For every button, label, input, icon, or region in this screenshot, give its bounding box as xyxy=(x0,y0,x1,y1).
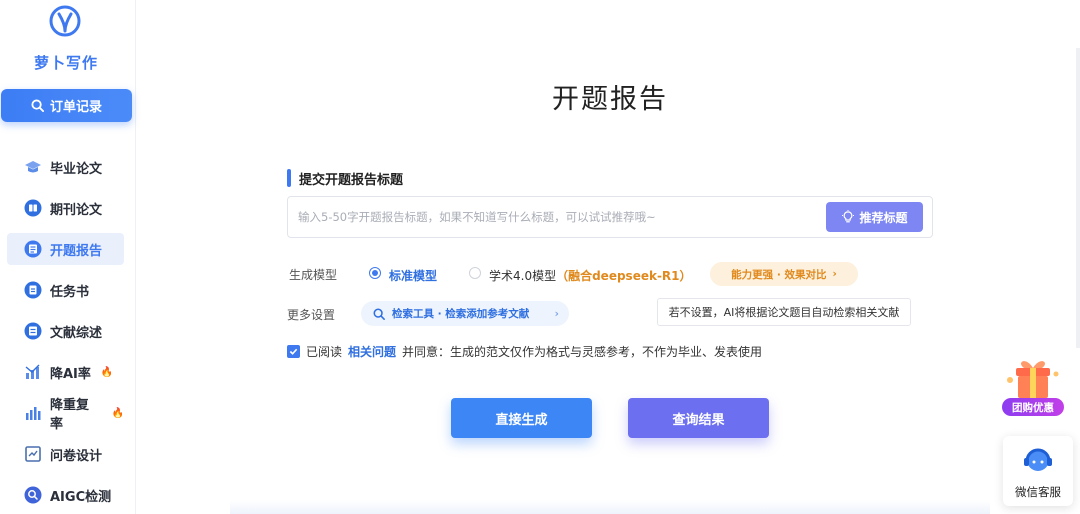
standard-model-radio[interactable] xyxy=(369,267,381,279)
sidebar-item-aigc-detection[interactable]: AIGC检测 xyxy=(7,479,124,511)
sidebar-item-label: 降AI率 xyxy=(50,366,91,382)
sidebar-item-label: 降重复率 xyxy=(50,398,90,432)
order-records-button[interactable]: 订单记录 xyxy=(1,89,132,122)
group-discount-button[interactable]: 团购优惠 xyxy=(1002,356,1066,418)
order-records-label: 订单记录 xyxy=(49,100,102,115)
sidebar-item-reduce-duplicate[interactable]: 降重复率 🔥 xyxy=(7,397,124,432)
section-accent-bar xyxy=(287,169,291,187)
sidebar-item-literature-review[interactable]: 文献综述 xyxy=(7,315,124,347)
brand-name: 萝卜写作 xyxy=(33,54,98,72)
related-questions-link[interactable]: 相关问题 xyxy=(348,343,396,360)
query-results-button[interactable]: 查询结果 xyxy=(628,398,769,438)
customer-service-icon xyxy=(1024,448,1052,471)
academic-model-radio[interactable] xyxy=(469,267,481,279)
scrollbar[interactable] xyxy=(1076,48,1080,348)
settings-hint: 若不设置，AI将根据论文题目自动检索相关文献 xyxy=(657,298,911,326)
sidebar: 萝卜写作 订单记录 毕业论文 期刊论文 开题报告 任务书 文献综述 降AI率 🔥… xyxy=(0,0,136,514)
wechat-service-button[interactable]: 微信客服 xyxy=(1003,436,1073,506)
compare-effects-label: 能力更强 · 效果对比 xyxy=(731,268,827,281)
fire-icon: 🔥 xyxy=(100,366,114,378)
search-icon xyxy=(373,308,385,320)
recommend-title-button[interactable]: 推荐标题 xyxy=(826,202,923,232)
sidebar-item-graduation-thesis[interactable]: 毕业论文 xyxy=(7,151,124,183)
title-input-container: 推荐标题 xyxy=(287,196,933,238)
search-tools-button[interactable]: 检索工具 · 检索添加参考文献 › xyxy=(361,301,569,326)
sidebar-item-label: 毕业论文 xyxy=(50,161,103,177)
compare-effects-link[interactable]: 能力更强 · 效果对比 › xyxy=(710,262,858,286)
agreement-checkbox[interactable] xyxy=(287,344,300,358)
journal-icon xyxy=(24,199,42,217)
sidebar-item-survey-design[interactable]: 问卷设计 xyxy=(7,438,124,470)
bottom-decoration xyxy=(230,500,990,514)
academic-model-name: 学术4.0模型 xyxy=(489,269,557,283)
search-icon xyxy=(31,99,44,112)
fire-icon: 🔥 xyxy=(111,407,124,419)
survey-icon xyxy=(25,446,41,462)
agreement-suffix: 并同意：生成的范文仅作为格式与灵感参考，不作为毕业、发表使用 xyxy=(402,344,763,359)
gift-icon xyxy=(1007,361,1059,398)
lightbulb-icon xyxy=(842,210,855,223)
model-label: 生成模型 xyxy=(289,268,338,282)
sidebar-item-reduce-ai[interactable]: 降AI率 🔥 xyxy=(7,356,124,388)
academic-model-label[interactable]: 学术4.0模型（融合deepseek-R1） xyxy=(489,267,692,284)
sidebar-item-label: AIGC检测 xyxy=(50,489,112,505)
graduation-cap-icon xyxy=(25,161,41,173)
section-title: 提交开题报告标题 xyxy=(287,168,403,188)
chevron-right-icon: › xyxy=(832,268,837,280)
sidebar-item-task-book[interactable]: 任务书 xyxy=(7,274,124,306)
page-title: 开题报告 xyxy=(552,84,668,115)
agreement-row: 已阅读 相关问题 并同意：生成的范文仅作为格式与灵感参考，不作为毕业、发表使用 xyxy=(287,343,762,359)
checkmark-icon xyxy=(289,348,298,355)
sidebar-item-label: 问卷设计 xyxy=(50,448,103,464)
title-input[interactable] xyxy=(298,207,818,227)
sidebar-item-proposal-report[interactable]: 开题报告 xyxy=(7,233,124,265)
chart-down-icon xyxy=(25,364,40,379)
standard-model-label[interactable]: 标准模型 xyxy=(389,267,437,284)
sidebar-item-label: 期刊论文 xyxy=(50,202,103,218)
sidebar-item-label: 开题报告 xyxy=(50,243,103,259)
sidebar-item-journal[interactable]: 期刊论文 xyxy=(7,192,124,224)
generate-button[interactable]: 直接生成 xyxy=(451,398,592,438)
aigc-search-icon xyxy=(24,486,42,504)
literature-icon xyxy=(24,322,42,340)
report-icon xyxy=(24,240,42,258)
chevron-right-icon: › xyxy=(554,307,559,320)
section-title-text: 提交开题报告标题 xyxy=(299,172,404,188)
more-settings-label: 更多设置 xyxy=(287,308,336,322)
task-icon xyxy=(24,281,42,299)
academic-model-suffix: （融合deepseek-R1） xyxy=(556,269,692,283)
sidebar-item-label: 文献综述 xyxy=(50,325,103,341)
search-tools-label: 检索工具 · 检索添加参考文献 xyxy=(392,308,530,320)
sidebar-item-label: 任务书 xyxy=(50,284,90,300)
wechat-service-label: 微信客服 xyxy=(1015,485,1061,499)
radish-logo-icon[interactable] xyxy=(48,4,82,38)
group-discount-label: 团购优惠 xyxy=(1002,398,1064,416)
bar-chart-icon xyxy=(26,407,41,420)
recommend-title-label: 推荐标题 xyxy=(859,210,908,225)
agreement-prefix: 已阅读 xyxy=(306,344,343,359)
